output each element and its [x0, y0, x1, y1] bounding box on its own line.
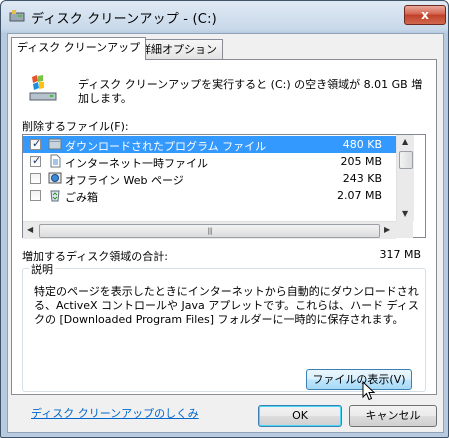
- file-category-size: 2.07 MB: [336, 189, 382, 202]
- recycle-bin-icon: [50, 190, 60, 202]
- offline-page-icon: [48, 172, 62, 184]
- disk-cleanup-large-icon: [29, 75, 57, 101]
- files-list[interactable]: ✓ ダウンロードされたプログラム ファイル 480 KB ✓ インターネット一時…: [22, 134, 426, 239]
- file-category-name: ごみ箱: [65, 191, 98, 204]
- check-icon: ✓: [32, 154, 42, 167]
- file-category-size: 205 MB: [340, 155, 382, 168]
- mouse-cursor-icon: [362, 381, 376, 401]
- document-icon: [50, 154, 61, 168]
- disk-cleanup-icon: [9, 10, 25, 22]
- dialog-window: ディスク クリーンアップ - (C:) x ディスク クリーンアップ 詳細オプシ…: [0, 0, 449, 438]
- files-to-delete-label: 削除するファイル(F):: [22, 120, 129, 133]
- dialog-body: ディスク クリーンアップ 詳細オプション ディスク クリーンアップを実行すると …: [7, 33, 444, 433]
- view-files-button[interactable]: ファイルの表示(V): [306, 369, 412, 390]
- file-category-name: オフライン Web ページ: [65, 174, 184, 187]
- window-title: ディスク クリーンアップ - (C:): [31, 12, 217, 27]
- horizontal-scrollbar[interactable]: ◀ ||| ▶: [23, 221, 396, 239]
- ok-button[interactable]: OK: [258, 405, 342, 427]
- vertical-scroll-thumb[interactable]: [399, 151, 413, 169]
- file-category-size: 480 KB: [342, 138, 382, 151]
- description-text: 特定のページを表示したときにインターネットから自動的にダウンロードされる、Act…: [34, 285, 419, 326]
- scroll-up-icon[interactable]: ▲: [402, 137, 408, 146]
- scroll-left-icon[interactable]: ◀: [27, 225, 33, 234]
- scroll-down-icon[interactable]: ▼: [402, 209, 408, 218]
- check-icon: ✓: [32, 137, 42, 150]
- file-category-name: ダウンロードされたプログラム ファイル: [65, 140, 267, 153]
- description-title: 説明: [29, 261, 55, 277]
- file-category-name: インターネット一時ファイル: [65, 157, 208, 170]
- close-icon: x: [421, 8, 429, 22]
- checkbox[interactable]: [30, 173, 41, 184]
- tab-more-options[interactable]: 詳細オプション: [134, 39, 223, 59]
- title-bar[interactable]: ディスク クリーンアップ - (C:) x: [1, 1, 448, 31]
- list-item[interactable]: ごみ箱 2.07 MB: [23, 187, 396, 204]
- horizontal-scroll-thumb[interactable]: |||: [39, 224, 380, 238]
- list-item[interactable]: ✓ インターネット一時ファイル 205 MB: [23, 153, 396, 170]
- total-space-value: 317 MB: [379, 248, 421, 261]
- file-category-size: 243 KB: [342, 172, 382, 185]
- checkbox[interactable]: ✓: [30, 137, 42, 150]
- folder-icon: [48, 138, 62, 150]
- tab-disk-cleanup[interactable]: ディスク クリーンアップ: [11, 37, 147, 60]
- list-item[interactable]: ✓ ダウンロードされたプログラム ファイル 480 KB: [23, 136, 396, 153]
- cancel-button[interactable]: キャンセル: [349, 405, 437, 427]
- tab-panel: ディスク クリーンアップを実行すると (C:) の空き領域が 8.01 GB 増…: [11, 59, 437, 401]
- grip-icon: |||: [207, 227, 212, 235]
- checkbox[interactable]: ✓: [30, 154, 42, 167]
- help-link[interactable]: ディスク クリーンアップのしくみ: [31, 405, 199, 421]
- list-item[interactable]: オフライン Web ページ 243 KB: [23, 170, 396, 187]
- close-button[interactable]: x: [404, 5, 446, 25]
- scrollbar-corner: [396, 221, 413, 238]
- vertical-scrollbar[interactable]: ▲ ▼: [396, 135, 414, 221]
- scroll-right-icon[interactable]: ▶: [384, 225, 390, 234]
- checkbox[interactable]: [30, 190, 41, 201]
- space-gain-message: ディスク クリーンアップを実行すると (C:) の空き領域が 8.01 GB 増…: [78, 78, 423, 105]
